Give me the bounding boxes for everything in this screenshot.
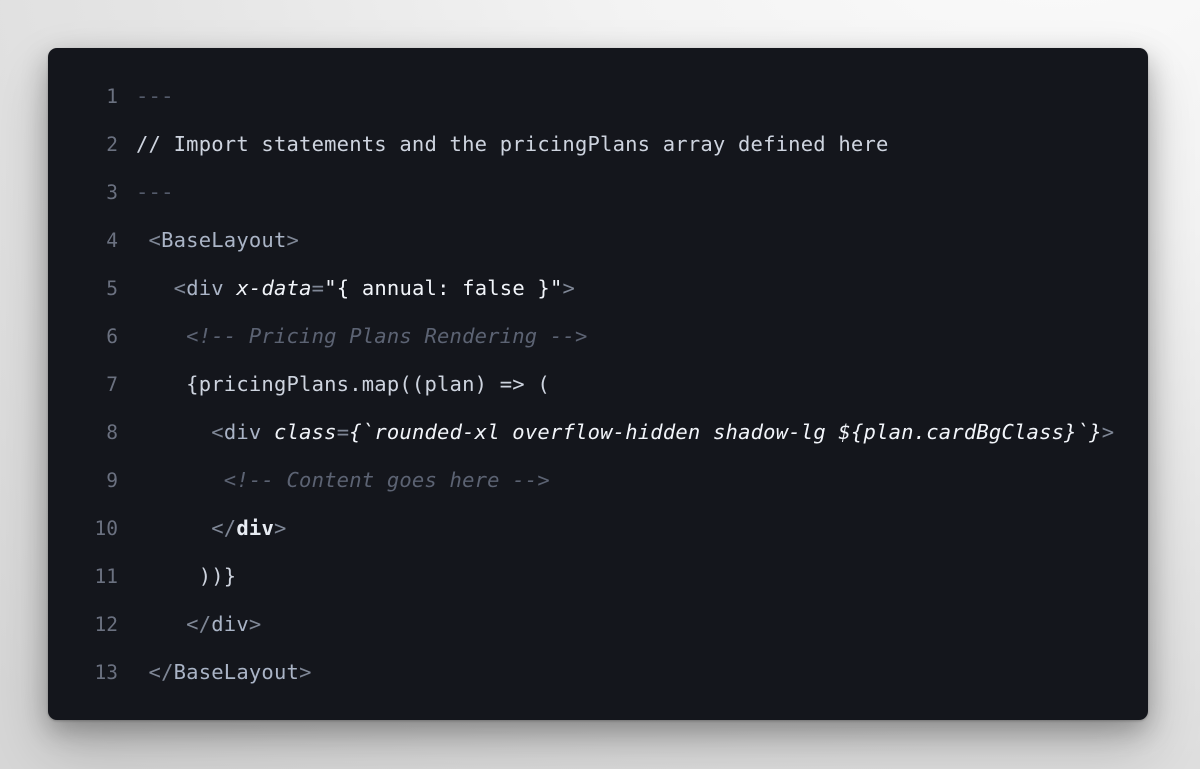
token-bracket-close: > [286,228,300,252]
code-snippet-card: 1 --- 2 // Import statements and the pri… [48,48,1148,720]
line-number: 4 [106,229,118,252]
code-line: 2 // Import statements and the pricingPl… [48,120,1148,168]
token-expression: ))} [198,564,237,588]
line-content: // Import statements and the pricingPlan… [136,120,1148,168]
token-bracket-close: > [248,612,262,636]
token-tag-name: div [236,516,274,540]
token-bracket-open: </ [186,612,212,636]
token-attr-value: "{ annual: false }" [324,276,563,300]
line-number: 10 [94,517,118,540]
token-comment: // Import statements and the pricingPlan… [136,132,889,156]
token-tag-name: BaseLayout [173,660,300,684]
code-line: 6 <!-- Pricing Plans Rendering --> [48,312,1148,360]
token-bracket-close: > [1101,420,1115,444]
token-frontmatter: --- [136,180,174,204]
code-line: 13 </BaseLayout> [48,648,1148,696]
token-comment: <!-- Content goes here --> [223,468,550,492]
line-number: 1 [106,85,118,108]
token-bracket-open: < [148,228,162,252]
token-bracket-open: </ [148,660,174,684]
token-frontmatter: --- [136,84,174,108]
line-content: <!-- Content goes here --> [136,456,1148,504]
code-editor-body: 1 --- 2 // Import statements and the pri… [48,72,1148,720]
line-number: 12 [94,613,118,636]
line-number: 5 [106,277,118,300]
token-bracket-close: > [274,516,287,540]
code-line: 11 ))} [48,552,1148,600]
line-content: </div> [136,504,1148,552]
line-number: 11 [94,565,118,588]
line-number: 8 [106,421,118,444]
token-tag-name: div [211,612,249,636]
line-content: --- [136,168,1148,216]
line-content: ))} [136,552,1148,600]
token-bracket-open: < [173,276,187,300]
code-line: 9 <!-- Content goes here --> [48,456,1148,504]
code-line: 10 </div> [48,504,1148,552]
code-line: 5 <div x-data="{ annual: false }"> [48,264,1148,312]
code-line: 4 <BaseLayout> [48,216,1148,264]
token-expression: {pricingPlans.map((plan) => ( [186,372,550,396]
code-line: 3 --- [48,168,1148,216]
token-equals: = [336,420,350,444]
token-bracket-open: < [211,420,224,444]
token-equals: = [311,276,325,300]
token-attr-name: x-data [236,276,312,300]
token-bracket-close: > [562,276,576,300]
token-comment: <!-- Pricing Plans Rendering --> [186,324,588,348]
line-content: <div class={`rounded-xl overflow-hidden … [136,408,1148,456]
line-content: --- [136,72,1148,120]
page-root: 1 --- 2 // Import statements and the pri… [0,0,1200,769]
line-content: {pricingPlans.map((plan) => ( [136,360,1148,408]
token-tag-name: BaseLayout [161,228,287,252]
code-line: 7 {pricingPlans.map((plan) => ( [48,360,1148,408]
line-number: 6 [106,325,118,348]
line-number: 13 [94,661,118,684]
code-line: 1 --- [48,72,1148,120]
line-number: 2 [106,133,118,156]
token-tag-name: div [223,420,262,444]
line-content: </BaseLayout> [136,648,1148,696]
line-content: <BaseLayout> [136,216,1148,264]
line-number: 3 [106,181,118,204]
token-template-literal: {`rounded-xl overflow-hidden shadow-lg $… [349,420,1102,444]
line-content: </div> [136,600,1148,648]
token-bracket-open: </ [211,516,237,540]
line-content: <!-- Pricing Plans Rendering --> [136,312,1148,360]
code-line: 8 <div class={`rounded-xl overflow-hidde… [48,408,1148,456]
line-number: 7 [106,373,118,396]
code-line: 12 </div> [48,600,1148,648]
token-tag-name: div [186,276,224,300]
token-attr-name: class [274,420,337,444]
line-number: 9 [106,469,118,492]
line-content: <div x-data="{ annual: false }"> [136,264,1148,312]
token-bracket-close: > [299,660,312,684]
